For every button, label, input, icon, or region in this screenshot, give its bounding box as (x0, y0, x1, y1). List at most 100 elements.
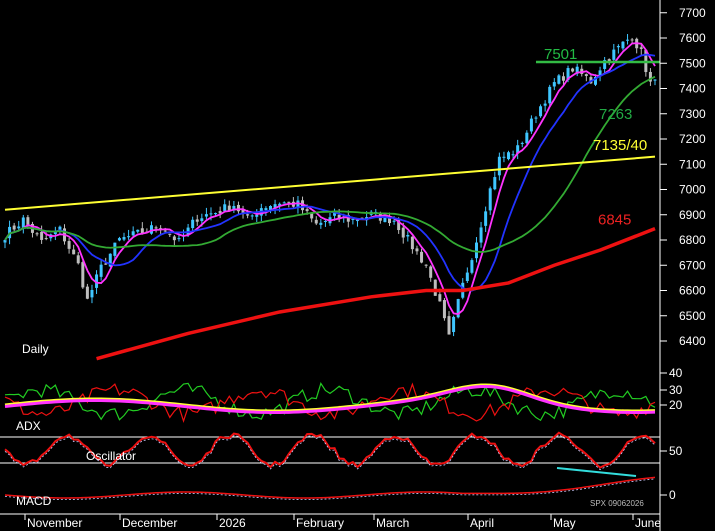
candle-body (282, 202, 286, 204)
candle-body (85, 286, 89, 299)
candle-body (552, 82, 556, 87)
x-tick-label: March (376, 516, 409, 530)
candle-body (420, 251, 424, 263)
candle-body (630, 39, 634, 41)
candle-body (571, 68, 575, 72)
candle-body (177, 238, 181, 240)
candle-body (470, 260, 474, 273)
candle-body (355, 220, 359, 222)
candle-body (26, 217, 30, 226)
x-tick-label: May (553, 516, 576, 530)
indicator-tick-label: 0 (669, 488, 676, 502)
candle-body (438, 294, 442, 302)
candle-body (127, 236, 131, 238)
candle-body (447, 316, 451, 335)
candle-body (44, 238, 48, 240)
candle-body (493, 177, 497, 190)
candle-body (529, 118, 533, 132)
candle-body (99, 264, 103, 277)
candle-body (12, 225, 16, 230)
y-tick-label: 7100 (679, 157, 706, 171)
level-annotation: 7263 (599, 106, 632, 123)
indicator-tick-label: 20 (669, 398, 683, 412)
adx-line (4, 383, 656, 413)
candle-body (131, 231, 135, 236)
candle-body (67, 241, 71, 249)
macd-divergence-line (556, 467, 637, 477)
candle-body (479, 227, 483, 243)
y-tick-label: 7700 (679, 6, 706, 20)
candle-body (548, 86, 552, 104)
candle-body (616, 46, 620, 48)
y-tick-label: 7000 (679, 183, 706, 197)
indicator-tick-label: 30 (669, 383, 683, 397)
x-tick-label: June (635, 516, 661, 530)
candle-body (442, 300, 446, 319)
y-tick-label: 7300 (679, 107, 706, 121)
candle-body (232, 206, 236, 209)
candle-body (200, 218, 204, 222)
candle-body (17, 226, 21, 229)
y-tick-label: 6800 (679, 233, 706, 247)
ma-200-line (96, 227, 656, 361)
ma-mid-line (4, 53, 656, 292)
candle-body (117, 238, 121, 241)
candle-body (511, 154, 515, 156)
x-tick-label: April (470, 516, 494, 530)
y-tick-label: 6600 (679, 284, 706, 298)
timeframe-label: Daily (22, 342, 49, 356)
candle-body (136, 229, 140, 232)
candle-body (653, 79, 657, 81)
chart-root: 7501 7263 7135/40 6845 6400 6500 6600 6700 6800… (0, 0, 715, 531)
candle-body (488, 188, 492, 211)
candle-body (113, 242, 117, 256)
candle-body (246, 214, 250, 216)
candle-body (163, 230, 167, 232)
candle-body (214, 213, 218, 215)
candle-body (287, 201, 291, 203)
candle-body (3, 239, 7, 243)
candle-body (612, 49, 616, 60)
candle-body (191, 219, 195, 229)
candle-body (168, 233, 172, 235)
candle-body (539, 106, 543, 117)
candle-body (415, 248, 419, 252)
indicator-tick-label: 40 (669, 366, 683, 380)
y-tick-label: 7200 (679, 132, 706, 146)
candle-body (40, 231, 44, 240)
candle-body (223, 204, 227, 212)
candle-body (264, 208, 268, 211)
candle-body (81, 262, 85, 288)
y-tick-label: 6700 (679, 258, 706, 272)
candle-body (465, 272, 469, 282)
candle-body (236, 204, 240, 212)
candle-body (543, 103, 547, 106)
level-annotation: 7501 (544, 46, 577, 63)
macd-line (4, 476, 656, 499)
candle-body (639, 47, 643, 49)
oscillator-panel-label: Oscillator (86, 449, 136, 463)
candle-body (314, 219, 318, 224)
y-tick-label: 7500 (679, 56, 706, 70)
candle-body (250, 215, 254, 217)
y-tick-label: 6500 (679, 309, 706, 323)
candle-body (534, 117, 538, 119)
candle-body (122, 237, 126, 240)
candle-body (502, 156, 506, 158)
price-chart: 7501 7263 7135/40 6845 6400 6500 6600 6700 6800… (0, 0, 706, 531)
candle-body (507, 152, 511, 160)
candle-body (410, 236, 414, 250)
candle-body (525, 132, 529, 144)
candle-body (255, 214, 259, 217)
candle-body (497, 156, 501, 176)
candle-body (76, 255, 80, 264)
indicator-tick-label: 50 (669, 444, 683, 458)
macd-panel-label: MACD (16, 494, 52, 508)
y-tick-label: 7600 (679, 31, 706, 45)
candle-body (392, 220, 396, 222)
candle-body (474, 242, 478, 259)
candle-body (424, 264, 428, 266)
level-annotation: 7135/40 (593, 137, 647, 154)
candle-body (154, 227, 158, 229)
candle-body (429, 266, 433, 278)
